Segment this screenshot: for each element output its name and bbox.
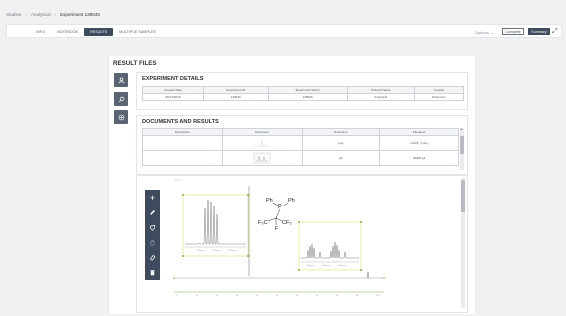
svg-text:60: 60 xyxy=(296,295,299,297)
filename-cell: NMR2.gif xyxy=(379,150,459,166)
column-header: Document xyxy=(221,128,303,136)
chevron-right-icon: › xyxy=(54,12,57,17)
plus-icon: + xyxy=(149,192,156,203)
spectrum-image: -100 ppm -200 ppm -300 ppm Ph Ph P F₃C CF₃… xyxy=(173,179,385,297)
table-cell: Analytical xyxy=(346,93,415,101)
eraser-icon xyxy=(149,254,156,261)
tab-multiple-samples[interactable]: MULTIPLE SAMPLES xyxy=(113,28,162,36)
svg-text:20: 20 xyxy=(216,295,219,297)
result-files-title: RESULT FILES xyxy=(113,60,157,67)
expand-icon[interactable]: ⤢ xyxy=(552,28,559,35)
pencil-tool-button[interactable] xyxy=(145,205,160,220)
document-thumbnail-cell[interactable] xyxy=(221,135,303,151)
svg-text:40: 40 xyxy=(256,295,259,297)
search-button[interactable] xyxy=(114,92,128,106)
add-tool-button[interactable]: + xyxy=(145,190,160,205)
lasso-icon xyxy=(150,224,155,231)
breadcrumb: Studies › Analytical › Experiment 138645 xyxy=(6,12,100,17)
column-header: Filename xyxy=(379,128,459,136)
add-circle-icon xyxy=(118,114,124,120)
trash-icon xyxy=(150,270,155,276)
svg-text:80: 80 xyxy=(336,295,339,297)
table-cell: 09/17/2019 xyxy=(141,93,205,101)
column-header: Description xyxy=(142,128,223,136)
column-header: Protocol Name xyxy=(346,86,415,94)
breadcrumb-studies[interactable]: Studies xyxy=(6,12,21,17)
cf3-label: CF₃ xyxy=(282,220,292,226)
tabs: INFO NOTEBOOK RESULTS MULTIPLE SAMPLES xyxy=(30,28,162,36)
column-header: Experiment ID xyxy=(203,86,269,94)
search-icon xyxy=(118,96,124,102)
svg-text:10: 10 xyxy=(196,295,199,297)
ph-right-label: Ph xyxy=(288,198,295,204)
table-row[interactable]: gif NMR2.gif xyxy=(142,150,459,166)
eraser-tool-button[interactable] xyxy=(145,250,160,265)
experiment-details-table: Created Date Experiment ID Experiment Na… xyxy=(141,86,465,101)
column-header: Experiment Name xyxy=(267,86,348,94)
documents-table: Description Document Extension Filename … xyxy=(142,128,459,166)
user-button[interactable] xyxy=(114,73,128,87)
svg-text:-300 ppm: -300 ppm xyxy=(228,250,237,252)
tab-notebook[interactable]: NOTEBOOK xyxy=(51,28,84,36)
svg-text:-300 ppm: -300 ppm xyxy=(338,265,347,267)
thumbnail-image xyxy=(254,140,271,146)
viewer-scrollbar-thumb[interactable] xyxy=(461,180,465,212)
table-cell: bsizemore xyxy=(413,93,465,101)
ph-left-label: Ph xyxy=(266,198,273,204)
table-cell: 138645 xyxy=(267,93,348,101)
pan-tool-button[interactable] xyxy=(145,235,160,250)
documents-scrollbar-thumb[interactable] xyxy=(460,136,464,154)
svg-text:0: 0 xyxy=(176,295,178,297)
pencil-icon xyxy=(150,210,155,215)
options-menu[interactable]: Options ⌄ xyxy=(475,30,494,35)
chevron-right-icon: › xyxy=(25,12,27,17)
tab-results[interactable]: RESULTS xyxy=(84,28,114,36)
svg-text:-100 ppm: -100 ppm xyxy=(196,250,205,252)
column-header: Created xyxy=(413,86,465,94)
breadcrumb-analytical[interactable]: Analytical xyxy=(31,12,51,17)
extension-cell: gif xyxy=(301,150,381,166)
delete-tool-button[interactable] xyxy=(145,265,160,280)
description-cell xyxy=(142,135,223,151)
svg-text:50: 50 xyxy=(276,295,279,297)
description-cell xyxy=(142,150,223,166)
thumbnail-image xyxy=(253,152,271,163)
f3c-label: F₃C xyxy=(258,220,268,226)
user-icon xyxy=(118,77,124,83)
svg-text:-200 ppm: -200 ppm xyxy=(322,265,331,267)
summary-button[interactable]: Summary xyxy=(528,28,550,35)
tab-info[interactable]: INFO xyxy=(30,28,51,36)
breadcrumb-current: Experiment 138645 xyxy=(60,12,100,17)
complete-button[interactable]: Complete xyxy=(502,28,524,35)
column-header: Created Date xyxy=(141,86,205,94)
filename-cell: LCMS_1.png xyxy=(379,135,459,151)
svg-text:-200 ppm: -200 ppm xyxy=(212,250,221,252)
drawing-toolbar: + xyxy=(145,190,160,280)
extension-cell: png xyxy=(301,135,381,151)
svg-text:70: 70 xyxy=(316,295,319,297)
svg-text:90: 90 xyxy=(356,295,359,297)
svg-text:100: 100 xyxy=(376,295,380,297)
scroll-up-icon[interactable]: ▲ xyxy=(460,127,463,131)
hand-icon xyxy=(150,240,155,246)
table-row: 09/17/2019 138645 138645 Analytical bsiz… xyxy=(141,93,465,101)
options-label: Options xyxy=(475,30,489,35)
document-thumbnail-cell[interactable] xyxy=(221,150,303,166)
add-button[interactable] xyxy=(114,110,128,124)
svg-text:-100 ppm: -100 ppm xyxy=(306,265,315,267)
table-cell: 138645 xyxy=(203,93,269,101)
svg-text:30: 30 xyxy=(236,295,239,297)
chevron-down-icon: ⌄ xyxy=(490,30,495,35)
table-row[interactable]: png LCMS_1.png xyxy=(142,135,459,151)
f-label: F xyxy=(275,226,279,232)
documents-title: DOCUMENTS AND RESULTS xyxy=(142,119,219,125)
column-header: Extension xyxy=(301,128,381,136)
lasso-tool-button[interactable] xyxy=(145,220,160,235)
experiment-details-title: EXPERIMENT DETAILS xyxy=(142,76,204,82)
